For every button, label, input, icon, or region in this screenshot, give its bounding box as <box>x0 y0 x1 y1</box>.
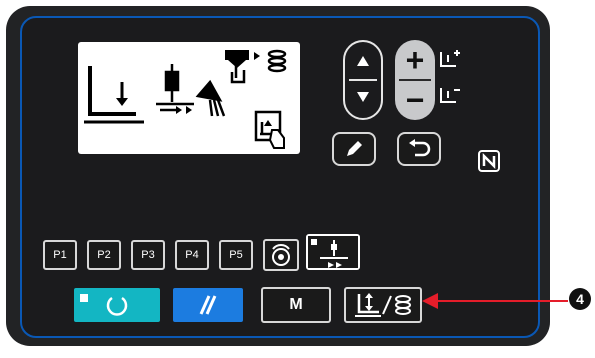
p4-label: P4 <box>185 249 199 261</box>
p2-label: P2 <box>97 249 111 261</box>
ready-indicator <box>80 294 88 302</box>
p3-button[interactable]: P3 <box>131 240 165 270</box>
return-button[interactable] <box>397 132 441 166</box>
nfc-icon <box>478 150 500 172</box>
presser-down-small-icon <box>440 88 460 103</box>
p5-label: P5 <box>229 249 243 261</box>
p3-label: P3 <box>141 249 155 261</box>
minus-button[interactable]: − <box>395 80 435 120</box>
up-down-selector <box>343 40 383 120</box>
down-arrow-icon[interactable] <box>357 92 369 102</box>
up-arrow-icon[interactable] <box>357 56 369 66</box>
bobbin-hand-touch-icon <box>254 110 285 149</box>
edit-button[interactable] <box>332 132 376 166</box>
thread-trimmer-button[interactable] <box>306 234 360 270</box>
presser-foot-lift-icon <box>84 66 144 124</box>
needle-thread-trimmer-icon <box>156 64 226 117</box>
handwheel-icon <box>272 244 290 266</box>
reset-button[interactable] <box>173 288 243 322</box>
p1-button[interactable]: P1 <box>43 240 77 270</box>
callout-number-label: 4 <box>576 291 584 307</box>
p5-button[interactable]: P5 <box>219 240 253 270</box>
needle-up-down-button[interactable] <box>263 239 299 271</box>
p1-label: P1 <box>53 249 67 261</box>
plus-button[interactable]: + <box>395 40 435 80</box>
mode-button[interactable]: M <box>261 287 331 323</box>
presser-up-small-icon <box>440 50 460 67</box>
tension-down-icon <box>225 50 260 84</box>
bobbin-winder-icon <box>267 49 287 73</box>
mode-label: M <box>289 296 303 313</box>
thread-trimmer-icon <box>308 236 358 268</box>
reset-slash-icon <box>199 295 217 315</box>
callout-pointer <box>422 293 568 309</box>
callout-number: 4 <box>569 288 591 310</box>
lcd-screen <box>78 42 300 154</box>
p2-button[interactable]: P2 <box>87 240 121 270</box>
plus-minus-selector: + − <box>395 40 435 120</box>
ready-button[interactable] <box>74 288 160 322</box>
return-arrow-icon <box>409 139 431 157</box>
presser-adjust-icons <box>440 50 460 103</box>
p4-button[interactable]: P4 <box>175 240 209 270</box>
presser-bobbin-icon <box>355 293 411 317</box>
pencil-icon <box>347 141 362 156</box>
presser-bobbin-winder-button[interactable] <box>344 287 422 323</box>
ready-circle-icon <box>106 296 128 316</box>
